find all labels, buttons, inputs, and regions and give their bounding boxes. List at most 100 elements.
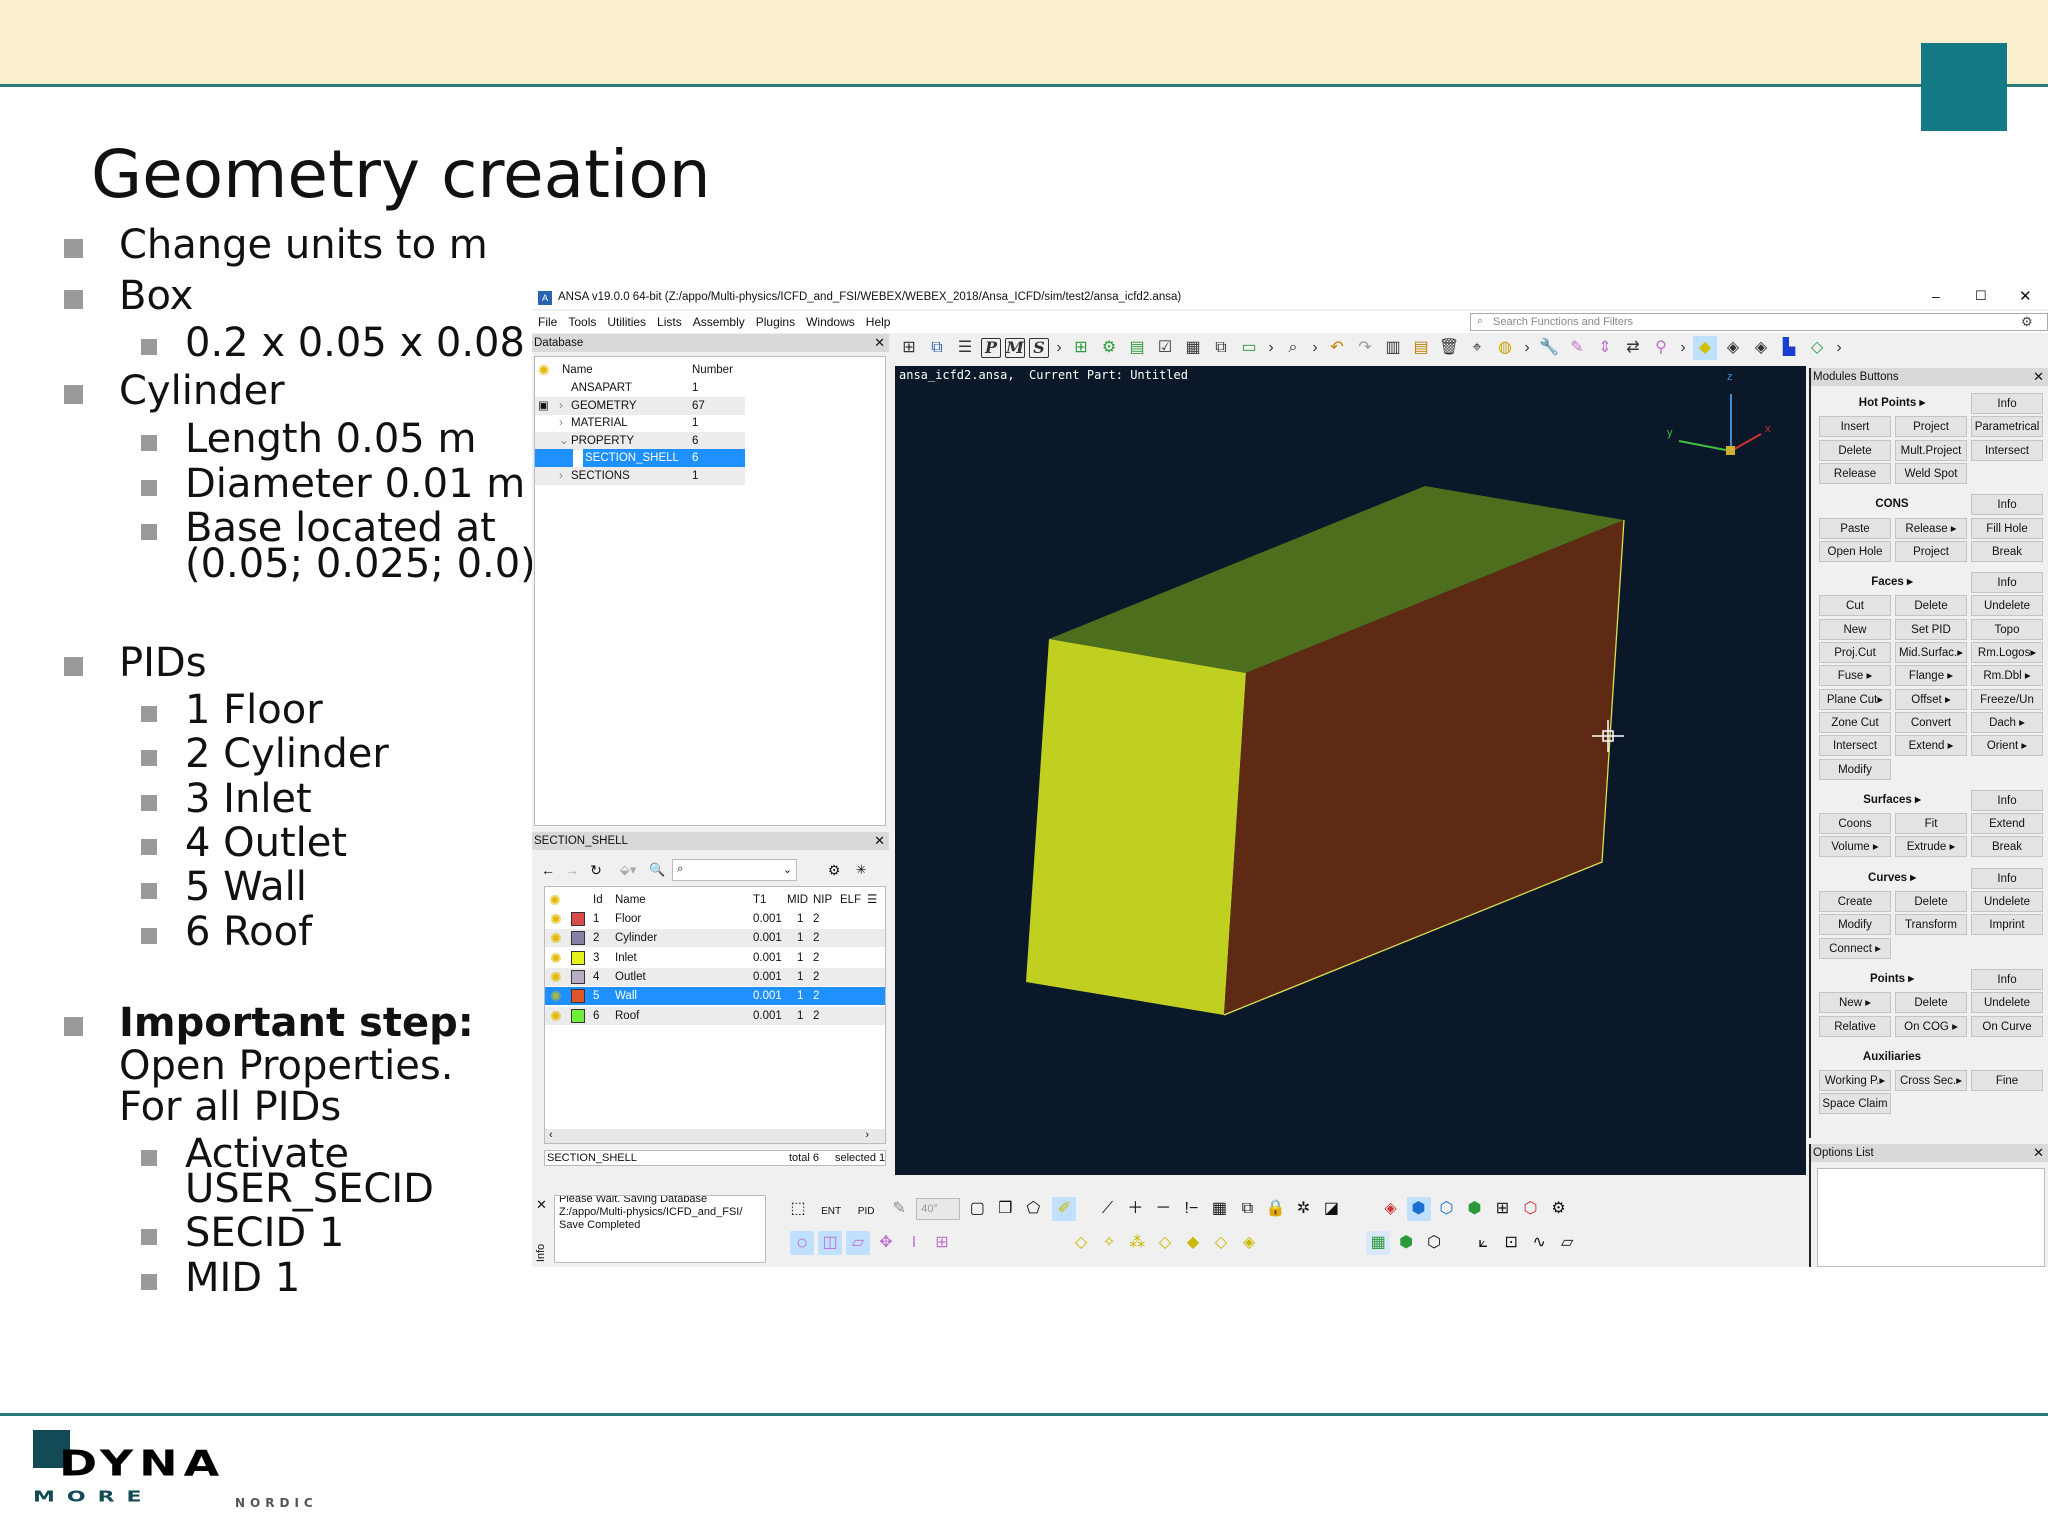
redo-icon[interactable]: ↷ bbox=[1353, 336, 1377, 360]
module-button[interactable]: Extrude ▸ bbox=[1895, 836, 1967, 858]
measure-icon[interactable]: ⟀ bbox=[1471, 1231, 1495, 1255]
module-button[interactable]: Intersect bbox=[1971, 439, 2043, 461]
module-button[interactable]: Delete bbox=[1819, 439, 1891, 461]
parts-icon[interactable]: ⧉ bbox=[925, 336, 949, 360]
grid-icon[interactable]: ⊞ bbox=[897, 336, 921, 360]
chevron-right-icon[interactable]: › bbox=[559, 397, 563, 415]
table-row[interactable]: ✺ 3 Inlet 0.001 1 2 bbox=[545, 949, 885, 967]
refresh-icon[interactable]: ↻ bbox=[586, 858, 606, 882]
lock-icon[interactable]: 🔒 bbox=[1263, 1197, 1287, 1221]
menu-windows[interactable]: Windows bbox=[806, 311, 855, 333]
chevron-down-icon[interactable]: ⌄ bbox=[559, 432, 569, 450]
module-button[interactable]: Release ▸ bbox=[1895, 517, 1967, 539]
sliders-icon[interactable]: ▤ bbox=[1409, 336, 1433, 360]
node-square-icon[interactable]: ⊡ bbox=[1499, 1231, 1523, 1255]
lightbulb-icon[interactable]: ✺ bbox=[538, 361, 550, 379]
module-button[interactable]: Delete bbox=[1895, 992, 1967, 1014]
menu-plugins[interactable]: Plugins bbox=[756, 311, 795, 333]
column-header-name[interactable]: Name bbox=[562, 361, 593, 379]
close-panel-button[interactable]: ✕ bbox=[2033, 368, 2044, 386]
info-button[interactable]: Info bbox=[1971, 494, 2043, 516]
color-swatch[interactable] bbox=[571, 931, 585, 946]
module-button[interactable]: Extend ▸ bbox=[1895, 735, 1967, 757]
pen-icon[interactable]: ✎ bbox=[887, 1197, 911, 1221]
module-button[interactable]: Fill Hole bbox=[1971, 517, 2043, 539]
menu-help[interactable]: Help bbox=[866, 311, 891, 333]
stack-icon[interactable]: ◪ bbox=[1319, 1197, 1343, 1221]
module-button[interactable]: Plane Cut▸ bbox=[1819, 688, 1891, 710]
undo-icon[interactable]: ↶ bbox=[1325, 336, 1349, 360]
table-row[interactable]: ✺ 1 Floor 0.001 1 2 bbox=[545, 910, 885, 928]
menu-file[interactable]: File bbox=[538, 311, 557, 333]
module-button[interactable]: Cross Sec.▸ bbox=[1895, 1070, 1967, 1092]
yellow-diamond-icon[interactable]: ◆ bbox=[1181, 1231, 1205, 1255]
close-panel-button[interactable]: ✕ bbox=[874, 832, 885, 850]
mesh-icon[interactable]: ⊞ bbox=[1491, 1197, 1515, 1221]
info-button[interactable]: Info bbox=[1971, 968, 2043, 990]
module-button[interactable]: Delete bbox=[1895, 891, 1967, 912]
swap-icon[interactable]: ⇄ bbox=[1621, 336, 1645, 360]
lstc-icon[interactable]: ▙ bbox=[1777, 336, 1801, 360]
module-button[interactable]: Proj.Cut bbox=[1819, 642, 1891, 663]
checklist-icon[interactable]: ☑ bbox=[1153, 336, 1177, 360]
color-swatch[interactable] bbox=[571, 1008, 585, 1023]
green-mesh-icon[interactable]: ▦ bbox=[1366, 1231, 1391, 1255]
module-button[interactable]: Imprint bbox=[1971, 914, 2043, 936]
module-button[interactable]: Break bbox=[1971, 836, 2043, 858]
yellow-diamond-icon[interactable]: ◈ bbox=[1237, 1231, 1261, 1255]
p-icon[interactable]: P bbox=[981, 338, 1001, 358]
module-button[interactable]: Project bbox=[1895, 540, 1967, 562]
info-button[interactable]: Info bbox=[1971, 789, 2043, 811]
shaded-cube-icon[interactable]: ⬢ bbox=[1406, 1197, 1431, 1221]
module-button[interactable]: Zone Cut bbox=[1819, 711, 1891, 733]
color-swatch[interactable] bbox=[571, 950, 585, 965]
module-button[interactable]: New bbox=[1819, 618, 1891, 640]
trash-icon[interactable]: 🗑 bbox=[1437, 336, 1461, 360]
module-button[interactable]: Space Claim bbox=[1819, 1093, 1891, 1115]
module-button[interactable]: Open Hole bbox=[1819, 540, 1891, 562]
mesh-icon[interactable]: ◈ bbox=[1721, 336, 1745, 360]
copy-icon[interactable]: ⧉ bbox=[1209, 336, 1233, 360]
wrench-icon[interactable]: 🔧 bbox=[1537, 336, 1561, 360]
section-title[interactable]: Hot Points ▸ bbox=[1819, 393, 1965, 414]
angle-input[interactable]: 40° bbox=[916, 1198, 961, 1220]
yellow-node-icon[interactable]: ✧ bbox=[1097, 1231, 1121, 1255]
polygon-icon[interactable]: ⬠ bbox=[1021, 1197, 1045, 1221]
visibility-bulb-icon[interactable]: ✺ bbox=[550, 987, 562, 1005]
more-icon[interactable]: › bbox=[1053, 336, 1065, 360]
module-button[interactable]: Modify bbox=[1819, 758, 1891, 780]
monitor-icon[interactable]: ▭ bbox=[1237, 336, 1261, 360]
chevron-right-icon[interactable]: › bbox=[559, 467, 563, 485]
close-window-button[interactable]: ✕ bbox=[2019, 287, 2032, 305]
module-button[interactable]: Undelete bbox=[1971, 891, 2043, 912]
curve-icon[interactable]: ∿ bbox=[1527, 1231, 1551, 1255]
yellow-diamond-icon[interactable]: ◇ bbox=[1153, 1231, 1177, 1255]
module-button[interactable]: Rm.Logos▸ bbox=[1971, 642, 2043, 663]
visibility-bulb-icon[interactable]: ✺ bbox=[550, 929, 562, 947]
network-icon[interactable]: ✲ bbox=[1291, 1197, 1315, 1221]
beam-icon[interactable]: Ι bbox=[902, 1231, 926, 1255]
column-header-elf[interactable]: ELF bbox=[840, 891, 861, 909]
settings-gear-icon[interactable]: ⚙ bbox=[822, 858, 846, 882]
column-header-mid[interactable]: MID bbox=[787, 891, 808, 909]
yellow-points-icon[interactable]: ⁂ bbox=[1125, 1231, 1149, 1255]
section-title[interactable]: Faces ▸ bbox=[1819, 572, 1965, 593]
s-icon[interactable]: S bbox=[1029, 338, 1049, 358]
info-tab[interactable]: Info bbox=[535, 1244, 547, 1262]
copy-icon[interactable]: ⧉ bbox=[1235, 1197, 1259, 1221]
module-button[interactable]: Extend bbox=[1971, 813, 2043, 835]
circle-icon[interactable]: ○ bbox=[790, 1231, 814, 1255]
green-face-icon[interactable]: ◇ bbox=[1805, 336, 1829, 360]
module-button[interactable]: Parametrical bbox=[1971, 416, 2043, 438]
more-icon[interactable]: › bbox=[1309, 336, 1321, 360]
align-icon[interactable]: ⇕ bbox=[1593, 336, 1617, 360]
grid-icon[interactable]: ▦ bbox=[1207, 1197, 1231, 1221]
back-arrow-icon[interactable]: ← bbox=[538, 858, 558, 882]
plus-icon[interactable]: ＋ bbox=[1123, 1197, 1147, 1221]
module-button[interactable]: Transform bbox=[1895, 914, 1967, 936]
tree-item[interactable]: › SECTIONS 1 bbox=[535, 466, 745, 485]
maximize-button[interactable]: ☐ bbox=[1975, 288, 1987, 304]
options-list[interactable] bbox=[1817, 1168, 2045, 1267]
module-button[interactable]: Connect ▸ bbox=[1819, 937, 1891, 959]
forward-arrow-icon[interactable]: → bbox=[562, 858, 582, 882]
